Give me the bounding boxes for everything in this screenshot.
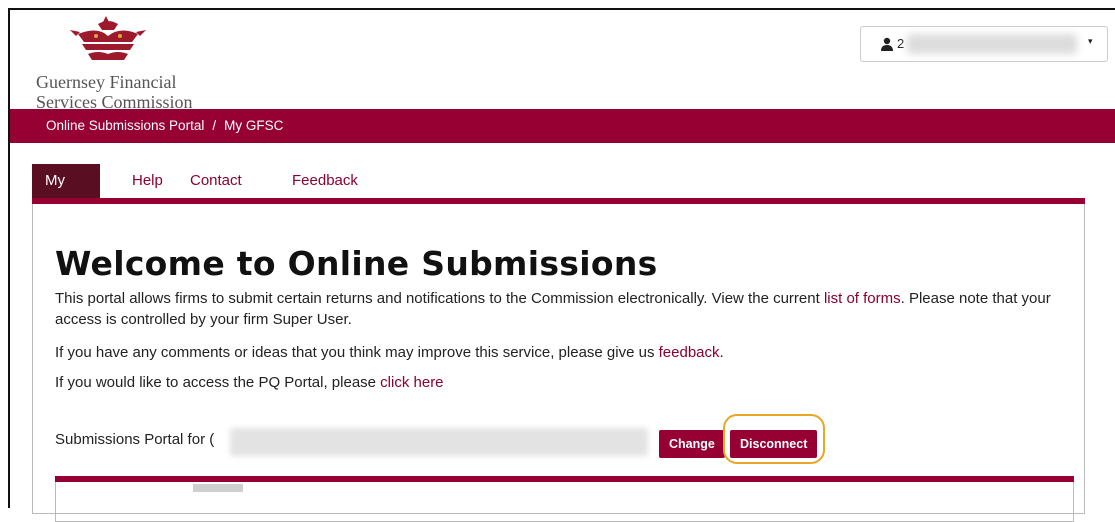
intro-paragraph: This portal allows firms to submit certa…: [55, 288, 1075, 330]
tab-help[interactable]: Help: [132, 164, 163, 198]
gfsc-logo[interactable]: Guernsey Financial Services Commission: [32, 14, 232, 112]
click-here-link[interactable]: click here: [380, 374, 443, 391]
feedback-text-pre: If you have any comments or ideas that y…: [55, 344, 659, 361]
tab-contact-us[interactable]: Contact us: [190, 164, 242, 223]
portal-value-prefix: (: [209, 431, 215, 448]
list-of-forms-link[interactable]: list of forms: [824, 290, 901, 307]
portal-label-text: Submissions Portal for: [55, 431, 206, 448]
change-button[interactable]: Change: [659, 430, 725, 458]
breadcrumb-separator: /: [212, 118, 217, 133]
feedback-link[interactable]: feedback: [659, 344, 720, 361]
content-panel: Welcome to Online Submissions This porta…: [32, 204, 1085, 522]
user-icon: [881, 37, 893, 51]
breadcrumb: Online Submissions Portal / My GFSC: [46, 118, 283, 133]
chevron-down-icon: ▾: [1088, 36, 1093, 46]
portal-label: Submissions Portal for (: [55, 431, 214, 448]
logo-text: Guernsey Financial Services Commission: [36, 72, 193, 112]
lower-redacted-chip: [193, 484, 243, 492]
tab-feedback[interactable]: Feedback: [292, 164, 358, 198]
lion-crest-icon: [70, 16, 146, 60]
page-title: Welcome to Online Submissions: [55, 244, 658, 283]
pq-text-pre: If you would like to access the PQ Porta…: [55, 374, 381, 391]
breadcrumb-bar: Online Submissions Portal / My GFSC: [10, 109, 1115, 143]
feedback-text-post: .: [719, 344, 724, 361]
redacted-user-name: [907, 34, 1077, 54]
browser-frame: Guernsey Financial Services Commission 2…: [8, 8, 1115, 522]
intro-text-pre: This portal allows firms to submit certa…: [55, 290, 824, 307]
feedback-paragraph: If you have any comments or ideas that y…: [55, 342, 1075, 363]
disconnect-highlight-ring: [723, 414, 825, 464]
breadcrumb-item-my-gfsc[interactable]: My GFSC: [224, 118, 283, 133]
breadcrumb-item-portal[interactable]: Online Submissions Portal: [46, 118, 204, 133]
lower-section: [55, 482, 1074, 522]
logo-line-1: Guernsey Financial: [36, 72, 177, 92]
redacted-firm-name: [230, 428, 648, 456]
tab-my-gfsc[interactable]: My GFSC: [32, 164, 100, 223]
pq-portal-paragraph: If you would like to access the PQ Porta…: [55, 372, 1075, 393]
user-menu-dropdown[interactable]: 2 ▾: [860, 26, 1108, 62]
user-name: 2: [897, 36, 905, 51]
